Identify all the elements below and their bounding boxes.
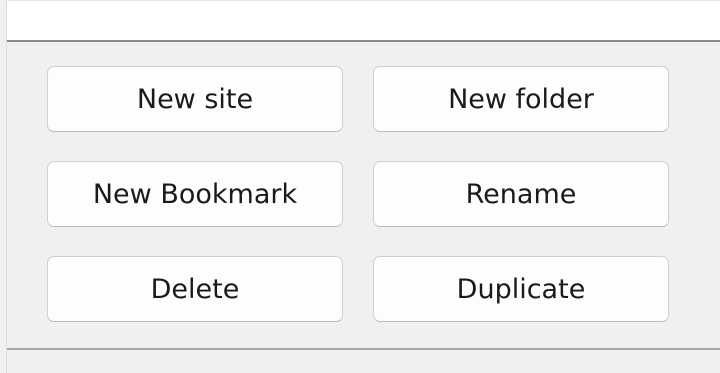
duplicate-button[interactable]: Duplicate <box>373 256 669 322</box>
delete-button[interactable]: Delete <box>47 256 343 322</box>
new-bookmark-button[interactable]: New Bookmark <box>47 161 343 227</box>
window-left-edge <box>0 0 7 373</box>
rename-button[interactable]: Rename <box>373 161 669 227</box>
site-actions-panel: New site New folder New Bookmark Rename … <box>7 40 720 350</box>
top-list-area <box>0 0 720 40</box>
bottom-area <box>7 350 720 373</box>
new-site-button[interactable]: New site <box>47 66 343 132</box>
new-folder-button[interactable]: New folder <box>373 66 669 132</box>
